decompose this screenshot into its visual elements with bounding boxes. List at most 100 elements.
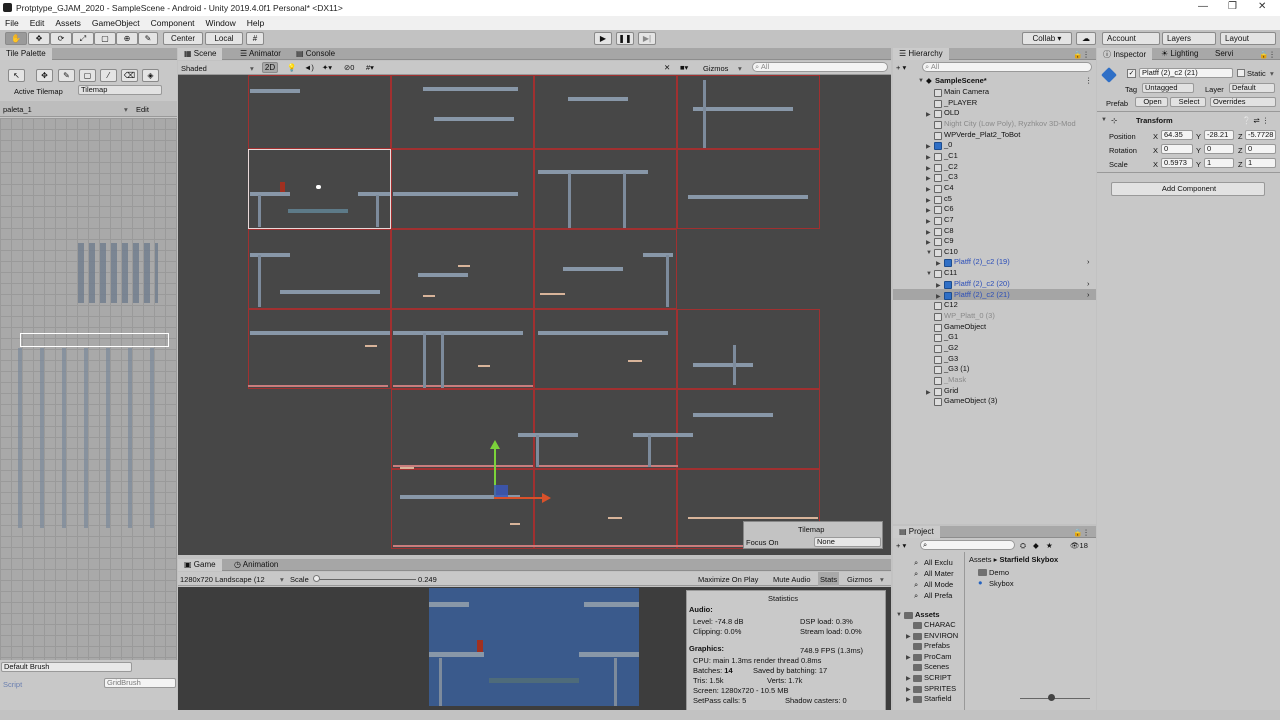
resolution-dropdown[interactable]: 1280x720 Landscape (12 [180, 575, 265, 584]
hierarchy-search-input[interactable]: ⌕ All [922, 62, 1092, 72]
hidden-objects-icon[interactable]: ⊘0 [344, 63, 354, 72]
hierarchy-item[interactable]: Platff (2)_c2 (19) [954, 257, 1010, 266]
tab-console[interactable]: ▤ Console [290, 48, 341, 60]
static-checkbox[interactable] [1237, 69, 1245, 77]
gizmo-y-arrow-icon[interactable] [490, 440, 500, 449]
hierarchy-item[interactable]: Main Camera [944, 87, 989, 96]
gizmos-dropdown[interactable]: Gizmos [703, 64, 728, 73]
hierarchy-expand-icon[interactable]: ▶ [926, 143, 931, 150]
tag-dropdown[interactable]: Untagged [1142, 83, 1194, 93]
scale-tool-button[interactable]: ⤢ [72, 32, 94, 45]
assets-expand-icon[interactable]: ▼ [896, 612, 902, 618]
transform-header[interactable]: Transform [1136, 116, 1173, 125]
mute-audio-button[interactable]: Mute Audio [773, 575, 811, 584]
rect-tool-button[interactable]: ▢ [94, 32, 116, 45]
project-favorite[interactable]: All Mode [924, 580, 953, 589]
scale-slider[interactable] [316, 579, 416, 580]
tab-services[interactable]: Servi [1209, 48, 1239, 60]
tab-animation[interactable]: ◷ Animation [228, 559, 284, 571]
tools-icon[interactable]: ✕ [664, 63, 670, 72]
pause-button[interactable]: ❚❚ [616, 32, 634, 45]
hierarchy-lock-icon[interactable]: 🔒⋮ [1073, 50, 1090, 59]
hierarchy-item[interactable]: WP_Platt_0 (3) [944, 311, 995, 320]
icon-size-slider[interactable] [1020, 698, 1090, 699]
project-favorite[interactable]: All Prefa [924, 591, 952, 600]
account-dropdown[interactable]: Account [1102, 32, 1160, 45]
folder-expand-icon[interactable]: ▶ [906, 696, 911, 703]
hierarchy-item[interactable]: C8 [944, 226, 954, 235]
select-tool-icon[interactable]: ↖ [8, 69, 25, 82]
hierarchy-expand-icon[interactable]: ▶ [936, 293, 941, 300]
hierarchy-create-button[interactable]: + ▾ [896, 63, 906, 72]
position-x-input[interactable]: 64.35 [1161, 130, 1193, 140]
tab-game[interactable]: ▣ Game [178, 559, 222, 571]
prefab-open-arrow-icon[interactable]: › [1087, 257, 1090, 266]
icon-size-slider-handle[interactable] [1048, 694, 1055, 701]
filter-type-icon[interactable]: ⛭ [1020, 541, 1026, 551]
gizmos-dropdown-arrow-icon[interactable]: ▾ [738, 64, 742, 73]
project-folder[interactable]: Prefabs [924, 641, 950, 650]
scale-x-input[interactable]: 0.5973 [1161, 158, 1193, 168]
active-checkbox[interactable]: ✓ [1127, 69, 1136, 78]
project-folder[interactable]: Starfield [924, 694, 952, 703]
effects-toggle-icon[interactable]: ✦▾ [322, 63, 332, 72]
hierarchy-expand-icon[interactable]: ▶ [926, 229, 931, 236]
palette-dropdown[interactable]: paleta_1 [3, 105, 32, 114]
menu-window[interactable]: Window [206, 18, 236, 28]
stats-button[interactable]: Stats [818, 572, 840, 586]
rotation-y-input[interactable]: 0 [1204, 144, 1234, 154]
hierarchy-item[interactable]: _Mask [944, 375, 966, 384]
project-folder[interactable]: SCRIPT [924, 673, 952, 682]
pivot-local-button[interactable]: Local [205, 32, 243, 45]
brush-dropdown[interactable]: Default Brush [1, 662, 132, 672]
asset-skybox[interactable]: Skybox [989, 579, 1014, 588]
menu-help[interactable]: Help [247, 18, 264, 28]
eraser-icon[interactable]: ⌫ [121, 69, 138, 82]
hierarchy-expand-icon[interactable]: ▶ [926, 207, 931, 214]
add-component-button[interactable]: Add Component [1111, 182, 1265, 196]
palette-dropdown-arrow-icon[interactable]: ▾ [124, 105, 128, 114]
folder-expand-icon[interactable]: ▶ [906, 654, 911, 661]
scale-z-input[interactable]: 1 [1245, 158, 1276, 168]
scene-menu-icon[interactable]: ⋮ [1085, 76, 1093, 85]
game-gizmos-arrow-icon[interactable]: ▾ [880, 575, 884, 584]
pivot-center-button[interactable]: Center [163, 32, 203, 45]
hierarchy-item[interactable]: _C3 [944, 172, 958, 181]
object-name-input[interactable]: Platff (2)_c2 (21) [1139, 68, 1233, 78]
hierarchy-expand-icon[interactable]: ▶ [926, 239, 931, 246]
hierarchy-expand-icon[interactable]: ▶ [926, 389, 931, 396]
menu-edit[interactable]: Edit [30, 18, 45, 28]
palette-grid[interactable] [0, 118, 177, 660]
box-fill-icon[interactable]: ▢ [79, 69, 96, 82]
hierarchy-item[interactable]: _G3 [944, 354, 958, 363]
hand-tool-button[interactable]: ✋ [5, 32, 27, 45]
scale-slider-handle[interactable] [313, 575, 320, 582]
menu-file[interactable]: File [5, 18, 19, 28]
paint-brush-icon[interactable]: ✎ [58, 69, 75, 82]
hierarchy-expand-icon[interactable]: ▶ [936, 282, 941, 289]
picker-icon[interactable]: ⁄ [100, 69, 117, 82]
transform-tool-button[interactable]: ⊕ [116, 32, 138, 45]
hierarchy-item[interactable]: _C1 [944, 151, 958, 160]
hierarchy-item[interactable]: C11 [944, 268, 957, 277]
scene-viewport[interactable]: Tilemap Focus On None [178, 75, 891, 555]
audio-toggle-icon[interactable]: ◄) [304, 63, 314, 72]
hierarchy-item[interactable]: _C2 [944, 162, 958, 171]
rotate-tool-button[interactable]: ⟳ [50, 32, 72, 45]
transform-menu-icon[interactable]: ❔ ⇌ ⋮ [1242, 116, 1269, 125]
static-dropdown-arrow-icon[interactable]: ▾ [1270, 69, 1274, 78]
prefab-open-arrow-icon[interactable]: › [1087, 290, 1090, 299]
move-gizmo-x-axis[interactable] [494, 497, 542, 499]
project-favorite[interactable]: All Exclu [924, 558, 953, 567]
hierarchy-item[interactable]: C7 [944, 215, 954, 224]
layout-dropdown[interactable]: Layout [1220, 32, 1276, 45]
tab-inspector[interactable]: ⓘ Inspector [1097, 48, 1153, 60]
grid-snap-button[interactable]: # [246, 32, 264, 45]
hierarchy-expand-icon[interactable]: ▶ [926, 111, 931, 118]
project-favorite[interactable]: All Mater [924, 569, 954, 578]
hierarchy-item[interactable]: OLD [944, 108, 959, 117]
project-folder[interactable]: CHARAC [924, 620, 956, 629]
active-tilemap-dropdown[interactable]: Tilemap [78, 85, 162, 95]
custom-tool-button[interactable]: ✎ [138, 32, 158, 45]
shading-mode-dropdown[interactable]: Shaded [181, 64, 207, 73]
